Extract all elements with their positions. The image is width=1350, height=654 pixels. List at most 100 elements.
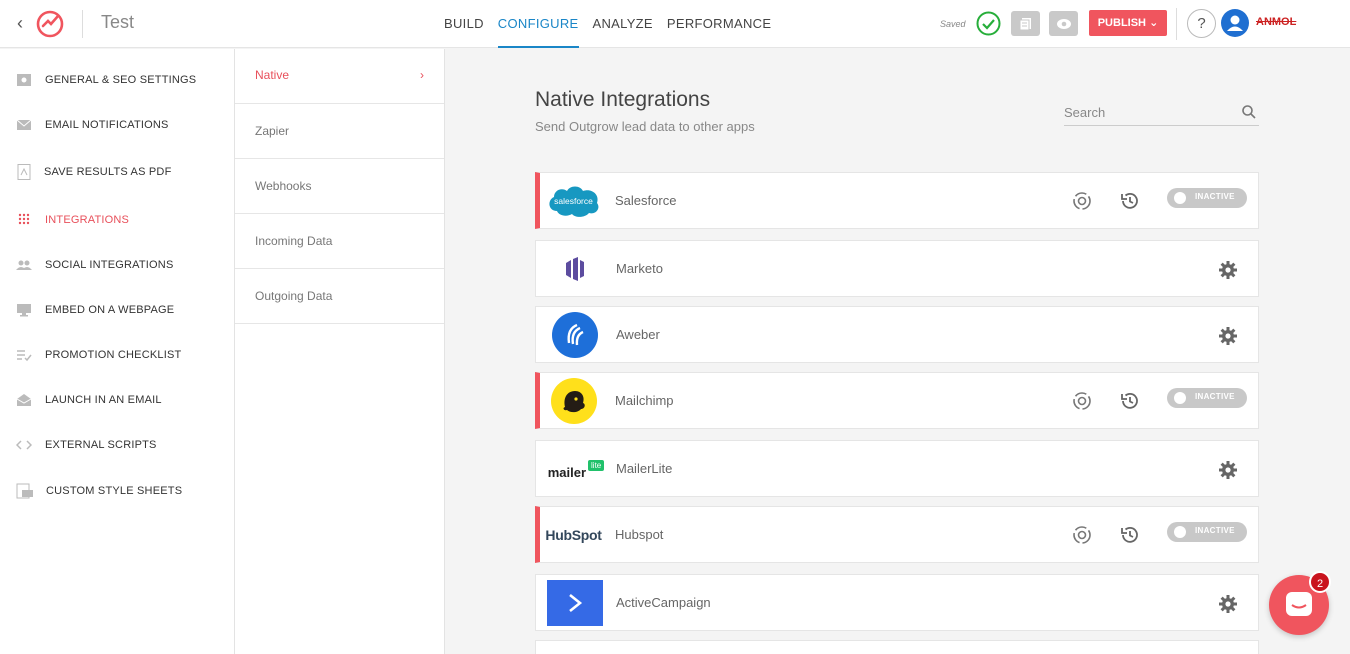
gear-icon[interactable] [1218,594,1238,614]
integration-card-aweber[interactable]: Aweber [535,306,1259,363]
integration-card-partial[interactable] [535,640,1259,654]
top-bar: ‹ Test BUILD CONFIGURE ANALYZE PERFORMAN… [0,0,1350,48]
monitor-icon [17,304,31,317]
tab-performance[interactable]: PERFORMANCE [667,0,771,48]
sidebar-item-external-scripts[interactable]: EXTERNAL SCRIPTS [0,430,234,460]
main-nav: BUILD CONFIGURE ANALYZE PERFORMANCE [444,0,771,48]
sidebar-item-save-pdf[interactable]: SAVE RESULTS AS PDF [0,157,234,187]
sidebar-item-email-notifications[interactable]: EMAIL NOTIFICATIONS [0,110,234,140]
status-label: INACTIVE [1195,526,1235,535]
project-title[interactable]: Test [101,12,134,33]
activecampaign-logo [546,579,603,627]
tab-analyze[interactable]: ANALYZE [593,0,653,48]
aweber-logo [546,311,603,359]
subnav-item-incoming-data[interactable]: Incoming Data [235,214,444,269]
publish-button[interactable]: PUBLISH ⌄ [1089,10,1167,36]
toggle-knob [1174,192,1186,204]
mailerlite-logo-badge: lite [588,459,605,471]
sidebar-item-label: SAVE RESULTS AS PDF [44,166,172,178]
chevron-down-icon: ⌄ [1149,17,1159,29]
integration-card-mailerlite[interactable]: mailer lite MailerLite [535,440,1259,497]
sidebar-item-integrations[interactable]: INTEGRATIONS [0,205,234,235]
divider [1176,8,1177,40]
toggle-knob [1174,526,1186,538]
svg-text:salesforce: salesforce [554,196,593,206]
sidebar-item-promotion-checklist[interactable]: PROMOTION CHECKLIST [0,340,234,370]
status-toggle[interactable]: INACTIVE [1167,522,1247,542]
templates-button[interactable] [1011,11,1040,36]
sidebar-item-label: EMAIL NOTIFICATIONS [45,119,169,131]
subnav-item-webhooks[interactable]: Webhooks [235,159,444,214]
integration-card-mailchimp[interactable]: Mailchimp INACTIVE [535,372,1259,429]
css-icon [16,483,33,499]
page-title: Native Integrations [535,88,711,111]
history-icon[interactable] [1119,524,1141,546]
subnav-item-outgoing-data[interactable]: Outgoing Data [235,269,444,324]
integration-name: ActiveCampaign [616,595,711,610]
help-button[interactable]: ? [1187,9,1216,38]
hubspot-logo-text: HubSpot [545,527,602,543]
settings-icon [17,74,31,86]
subnav-item-label: Zapier [255,124,290,138]
status-toggle[interactable]: INACTIVE [1167,188,1247,208]
integration-name: Mailchimp [615,393,674,408]
tab-build[interactable]: BUILD [444,0,484,48]
publish-label: PUBLISH [1097,17,1146,29]
sidebar-item-label: GENERAL & SEO SETTINGS [45,74,197,86]
sidebar-item-label: LAUNCH IN AN EMAIL [45,394,162,406]
salesforce-logo: salesforce [545,177,602,225]
subnav-item-label: Outgoing Data [255,289,333,303]
gear-icon[interactable] [1218,260,1238,280]
status-toggle[interactable]: INACTIVE [1167,388,1247,408]
sync-settings-icon[interactable] [1071,524,1093,546]
integration-card-hubspot[interactable]: HubSpot Hubspot INACTIVE [535,506,1259,563]
sidebar-item-embed[interactable]: EMBED ON A WEBPAGE [0,295,234,325]
outgrow-logo-icon[interactable] [34,7,66,39]
sidebar-item-social-integrations[interactable]: SOCIAL INTEGRATIONS [0,250,234,280]
toggle-knob [1174,392,1186,404]
integration-name: MailerLite [616,461,673,476]
history-icon[interactable] [1119,390,1141,412]
chat-launcher-button[interactable]: 2 [1269,571,1331,635]
mailerlite-logo-text: mailer [547,464,587,480]
subnav-item-native[interactable]: Native › [235,49,444,104]
integration-name: Marketo [616,261,663,276]
search-icon[interactable] [1241,104,1257,120]
hubspot-logo: HubSpot [545,511,602,559]
user-name[interactable]: ANMOL [1256,16,1296,28]
integration-card-salesforce[interactable]: salesforce Salesforce INACTIVE [535,172,1259,229]
marketo-logo [546,245,603,293]
tab-configure[interactable]: CONFIGURE [497,0,579,48]
history-icon[interactable] [1119,190,1141,212]
sidebar-item-label: SOCIAL INTEGRATIONS [45,259,174,271]
sidebar-item-label: EMBED ON A WEBPAGE [45,304,175,316]
settings-sidebar: GENERAL & SEO SETTINGS EMAIL NOTIFICATIO… [0,49,235,654]
sync-settings-icon[interactable] [1071,190,1093,212]
users-icon [16,260,32,270]
pdf-icon [17,164,31,180]
document-icon [1019,17,1031,30]
sidebar-item-custom-css[interactable]: CUSTOM STYLE SHEETS [0,476,234,506]
integration-name: Hubspot [615,527,664,542]
avatar[interactable] [1221,9,1249,37]
integration-name: Salesforce [615,193,677,208]
gear-icon[interactable] [1218,460,1238,480]
sync-settings-icon[interactable] [1071,390,1093,412]
subnav-item-zapier[interactable]: Zapier [235,104,444,159]
search-input[interactable] [1064,102,1234,122]
subnav-item-label: Native [255,68,290,82]
mailerlite-logo: mailer lite [544,445,608,493]
sidebar-item-label: CUSTOM STYLE SHEETS [46,485,183,497]
back-arrow-icon[interactable]: ‹ [10,12,30,34]
sidebar-item-label: PROMOTION CHECKLIST [45,349,182,361]
gear-icon[interactable] [1218,326,1238,346]
sidebar-item-launch-email[interactable]: LAUNCH IN AN EMAIL [0,385,234,415]
integration-card-activecampaign[interactable]: ActiveCampaign [535,574,1259,631]
mail-icon [16,119,32,130]
sidebar-item-general-seo[interactable]: GENERAL & SEO SETTINGS [0,65,234,95]
chevron-right-icon: › [420,68,424,82]
integrations-icon [18,213,30,225]
integration-card-marketo[interactable]: Marketo [535,240,1259,297]
preview-button[interactable] [1049,11,1078,36]
envelope-open-icon [16,394,32,406]
